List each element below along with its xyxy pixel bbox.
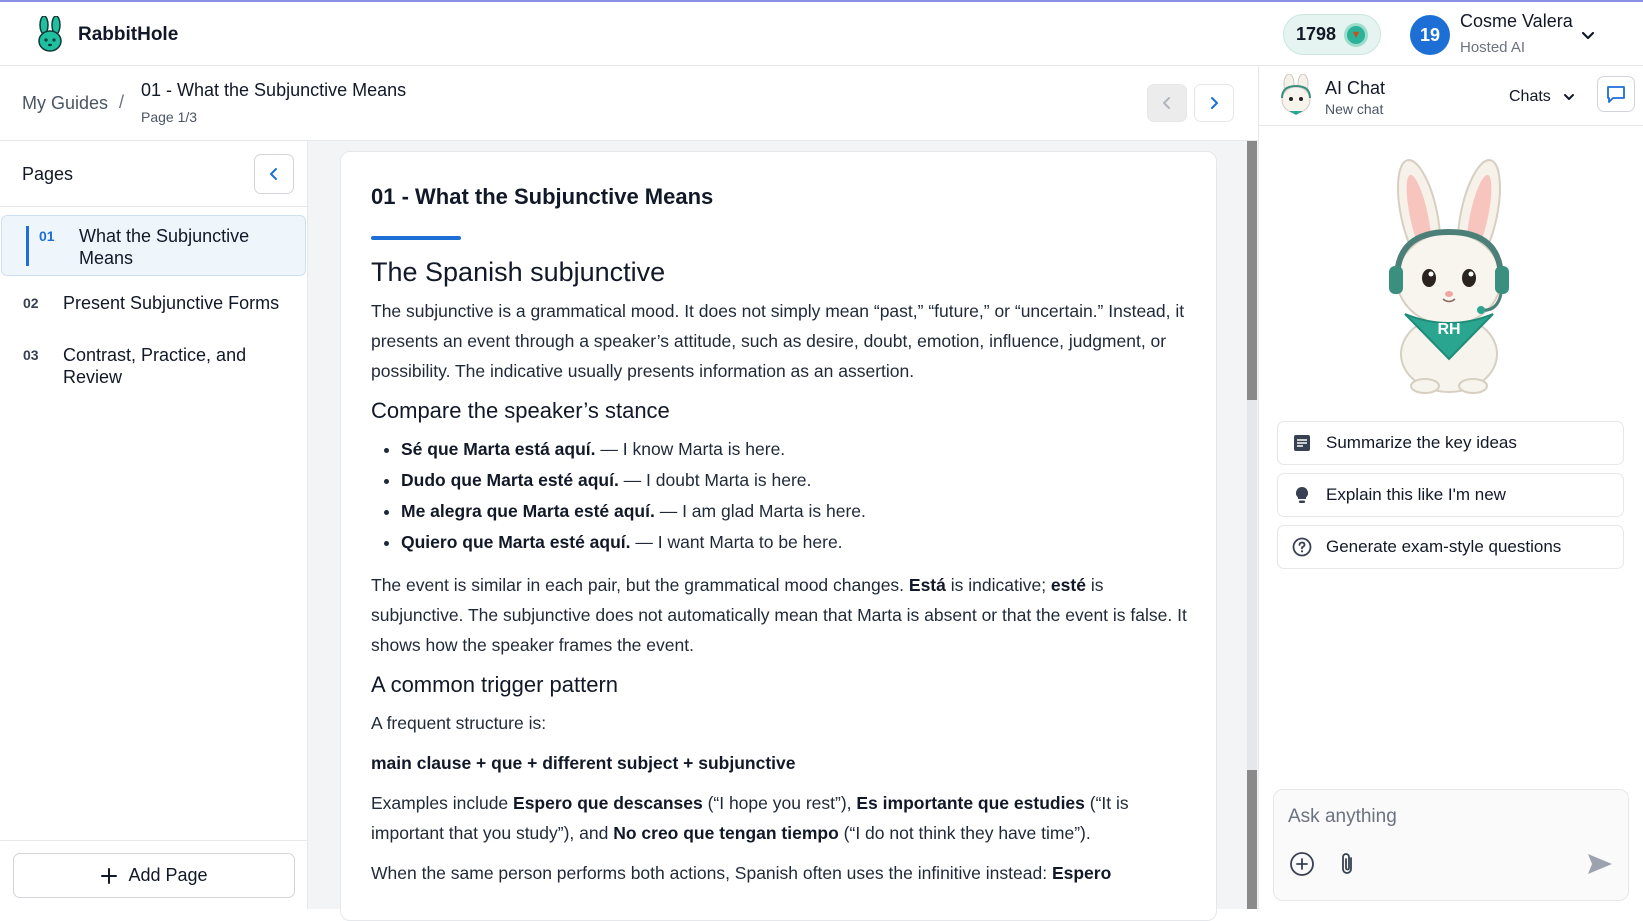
credits-badge[interactable]: 1798 ▼ bbox=[1283, 14, 1381, 55]
top-bar: RabbitHole 1798 ▼ 19 Cosme Valera Hosted… bbox=[0, 0, 1643, 66]
paragraph: A frequent structure is: bbox=[371, 713, 547, 733]
send-icon bbox=[1588, 854, 1612, 874]
heading-compare: Compare the speaker’s stance bbox=[371, 398, 670, 423]
plus-icon bbox=[101, 867, 118, 884]
page-item-03[interactable]: 03 Contrast, Practice, and Review bbox=[0, 343, 307, 389]
paperclip-icon bbox=[1342, 853, 1352, 874]
formula: main clause + que + different subject + … bbox=[371, 753, 796, 773]
question-circle-icon bbox=[1292, 537, 1312, 557]
title-underline bbox=[371, 236, 461, 240]
pages-sidebar: Pages 01 What the Subjunctive Means 02 P… bbox=[0, 141, 308, 909]
rabbit-mascot-illustration: RH bbox=[1389, 159, 1509, 394]
pages-header: Pages bbox=[0, 141, 307, 207]
svg-text:RH: RH bbox=[1437, 321, 1460, 338]
lightbulb-icon bbox=[1295, 486, 1309, 503]
list-item: Sé que Marta está aquí. — I know Marta i… bbox=[401, 434, 1191, 465]
page-label: What the Subjunctive Means bbox=[79, 226, 250, 268]
send-button[interactable] bbox=[1584, 850, 1616, 878]
user-plan: Hosted AI bbox=[1460, 39, 1526, 56]
paragraph: The event is similar in each pair, but t… bbox=[371, 575, 1187, 655]
chat-title: AI Chat bbox=[1325, 78, 1386, 98]
suggestion-label: Generate exam-style questions bbox=[1326, 537, 1562, 556]
pages-title: Pages bbox=[22, 164, 74, 184]
chat-subtitle: New chat bbox=[1325, 101, 1384, 117]
page-item-01[interactable]: 01 What the Subjunctive Means bbox=[1, 215, 306, 276]
page-label: Present Subjunctive Forms bbox=[63, 293, 280, 313]
document-body: The Spanish subjunctive The subjunctive … bbox=[371, 254, 1191, 898]
add-attachment-button[interactable] bbox=[1288, 850, 1316, 878]
chat-composer bbox=[1273, 789, 1629, 901]
chat-header: AI Chat New chat Chats bbox=[1259, 66, 1643, 126]
rabbit-logo-icon[interactable] bbox=[36, 16, 64, 52]
page-number: 01 bbox=[39, 228, 55, 244]
suggestion-label: Summarize the key ideas bbox=[1326, 433, 1517, 452]
page-indicator: Page 1/3 bbox=[141, 109, 198, 125]
carrot-coin-icon: ▼ bbox=[1344, 22, 1369, 47]
paragraph: Examples include Espero que descanses (“… bbox=[371, 793, 1129, 843]
list-item: Dudo que Marta esté aquí. — I doubt Mart… bbox=[401, 465, 1191, 496]
page-label: Contrast, Practice, and Review bbox=[63, 345, 247, 387]
breadcrumb-separator: / bbox=[119, 92, 125, 112]
chevron-right-icon bbox=[1211, 97, 1218, 109]
plus-circle-icon bbox=[1290, 852, 1314, 876]
page-number: 03 bbox=[23, 347, 39, 363]
document-icon bbox=[1294, 435, 1310, 451]
paragraph: The subjunctive is a grammatical mood. I… bbox=[371, 301, 1185, 381]
chats-dropdown-label: Chats bbox=[1509, 88, 1551, 105]
paragraph: When the same person performs both actio… bbox=[371, 863, 1112, 883]
chevron-down-icon[interactable] bbox=[1578, 26, 1598, 46]
app-brand[interactable]: RabbitHole bbox=[78, 24, 178, 46]
collapse-sidebar-button[interactable] bbox=[254, 154, 294, 194]
suggestion-summarize-button[interactable]: Summarize the key ideas bbox=[1277, 421, 1624, 465]
next-page-button[interactable] bbox=[1194, 84, 1234, 122]
chat-bubble-icon bbox=[1607, 86, 1625, 103]
document-title: 01 - What the Subjunctive Means bbox=[371, 184, 714, 209]
suggestion-label: Explain this like I'm new bbox=[1326, 485, 1506, 504]
suggestion-explain-button[interactable]: Explain this like I'm new bbox=[1277, 473, 1624, 517]
scrollbar-thumb[interactable] bbox=[1247, 141, 1257, 400]
credits-count: 1798 bbox=[1295, 24, 1337, 44]
add-page-button[interactable]: Add Page bbox=[13, 853, 295, 898]
add-page-label: Add Page bbox=[128, 865, 208, 885]
breadcrumb-current-title: 01 - What the Subjunctive Means bbox=[141, 80, 407, 100]
list-item: Me alegra que Marta esté aquí. — I am gl… bbox=[401, 496, 1191, 527]
document-card: 01 - What the Subjunctive Means The Span… bbox=[340, 151, 1217, 921]
scrollbar-thumb-lower[interactable] bbox=[1247, 770, 1257, 909]
attach-file-button[interactable] bbox=[1334, 850, 1362, 878]
new-chat-button[interactable] bbox=[1597, 76, 1635, 112]
ai-chat-panel: AI Chat New chat Chats RH Summarize the … bbox=[1258, 66, 1643, 909]
suggestion-exam-questions-button[interactable]: Generate exam-style questions bbox=[1277, 525, 1624, 569]
examples-list: Sé que Marta está aquí. — I know Marta i… bbox=[401, 434, 1191, 558]
chevron-left-icon bbox=[1163, 97, 1170, 109]
breadcrumb-my-guides-link[interactable]: My Guides bbox=[22, 93, 108, 114]
page-item-02[interactable]: 02 Present Subjunctive Forms bbox=[0, 291, 307, 321]
user-name: Cosme Valera bbox=[1460, 11, 1573, 31]
heading-main: The Spanish subjunctive bbox=[371, 257, 666, 287]
list-item: Quiero que Marta esté aquí. — I want Mar… bbox=[401, 527, 1191, 558]
rabbit-mascot-icon bbox=[1281, 74, 1311, 115]
chevron-down-icon bbox=[1563, 94, 1574, 100]
previous-page-button[interactable] bbox=[1147, 84, 1187, 122]
breadcrumb: My Guides / 01 - What the Subjunctive Me… bbox=[0, 66, 1258, 141]
page-number: 02 bbox=[23, 295, 39, 311]
chats-dropdown[interactable]: Chats bbox=[1509, 88, 1577, 106]
avatar[interactable]: 19 bbox=[1410, 15, 1450, 55]
chevron-left-icon bbox=[270, 168, 277, 180]
heading-trigger: A common trigger pattern bbox=[371, 672, 619, 697]
active-indicator bbox=[26, 226, 29, 266]
chat-input[interactable] bbox=[1288, 802, 1608, 832]
divider bbox=[0, 840, 307, 841]
